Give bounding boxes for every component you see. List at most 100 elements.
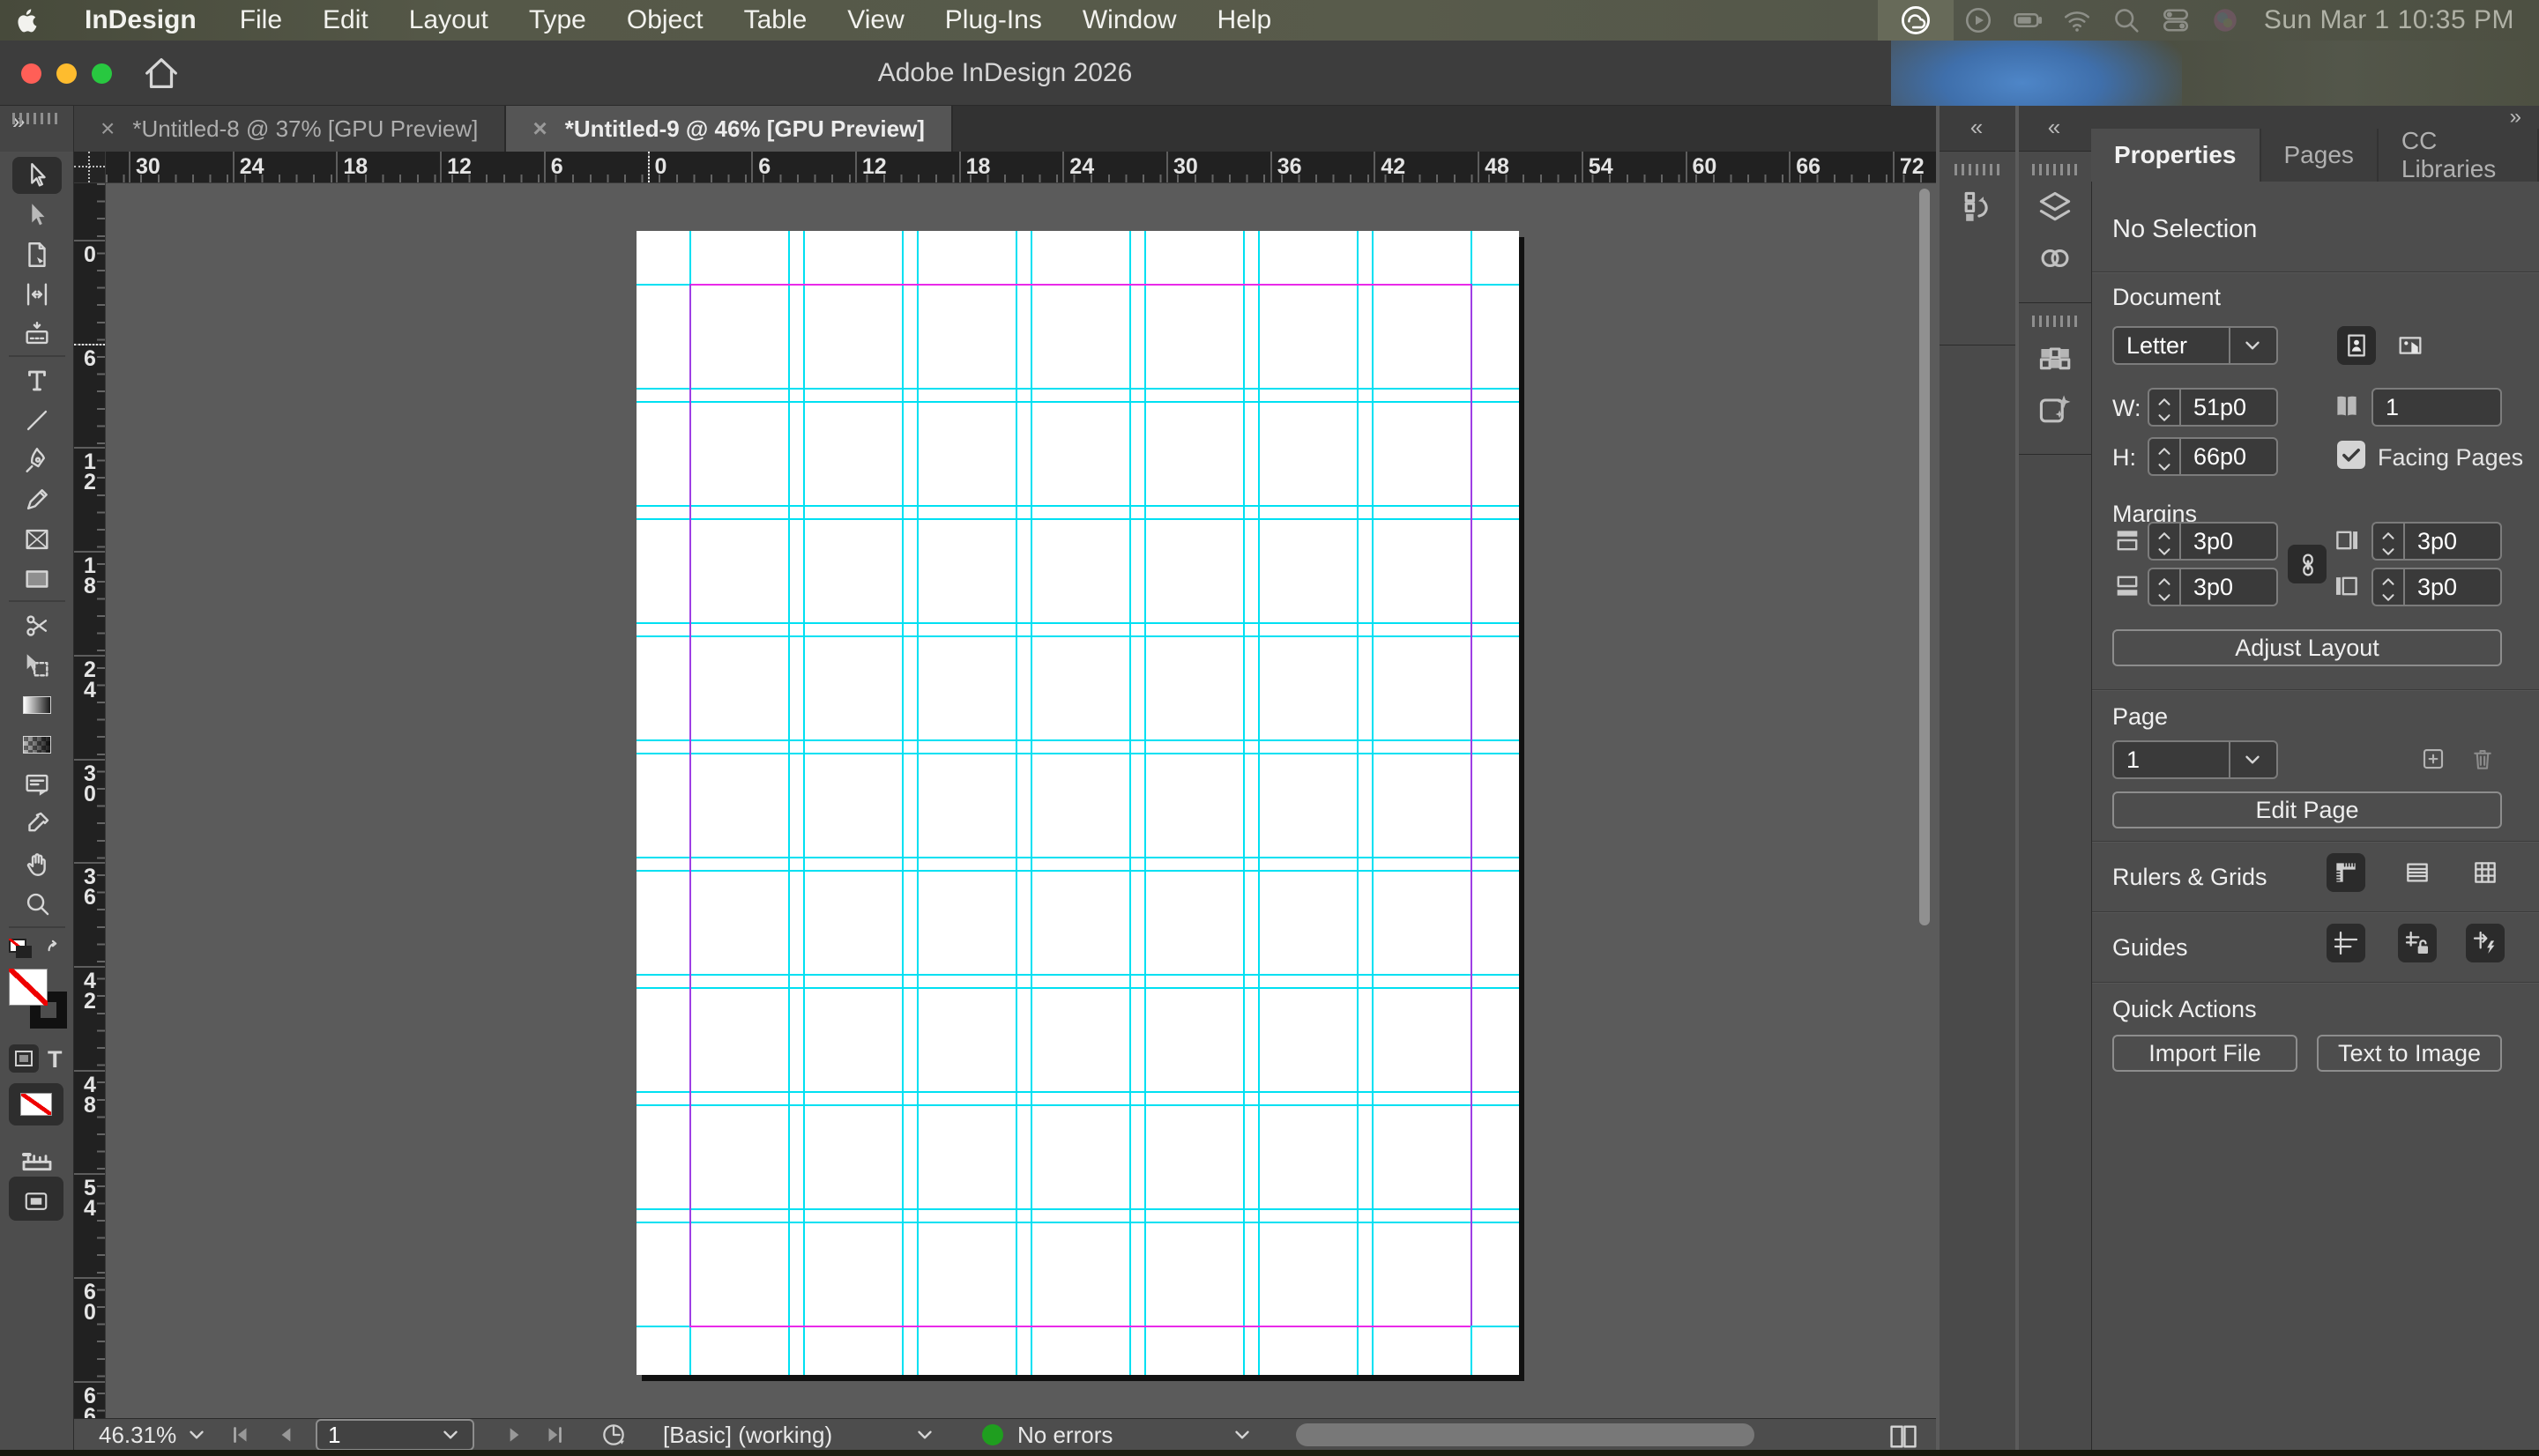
siri-icon[interactable] — [2209, 4, 2241, 36]
panel-tab-cc-libraries[interactable]: CC Libraries — [2379, 127, 2539, 182]
menu-item-file[interactable]: File — [220, 5, 302, 35]
page-number-dropdown[interactable]: 1 — [2112, 740, 2278, 779]
window-title-bar[interactable]: Adobe InDesign 2026 — [0, 41, 1891, 106]
show-rulers-button[interactable] — [2327, 853, 2365, 892]
add-page-icon[interactable] — [2420, 746, 2446, 772]
rectangle-tool[interactable] — [12, 561, 62, 598]
vertical-ruler[interactable]: 0 6 1 2 1 8 2 4 3 0 3 6 4 2 4 8 5 4 6 0 6 6 — [74, 183, 106, 1418]
chevron-down-icon[interactable] — [2155, 542, 2174, 556]
smart-guides-button[interactable] — [2466, 924, 2505, 962]
row-guide[interactable] — [637, 753, 1519, 754]
row-guide[interactable] — [637, 1091, 1519, 1093]
document-tab-active[interactable]: × *Untitled-9 @ 46% [GPU Preview] — [506, 106, 953, 152]
document-grid-button[interactable] — [2466, 853, 2505, 892]
scissors-tool[interactable] — [12, 607, 62, 644]
fill-stroke-indicator[interactable] — [9, 969, 71, 1032]
margin-inside-stepper[interactable] — [2371, 522, 2403, 561]
preflight-profile[interactable]: [Basic] (working) — [663, 1419, 832, 1451]
margin-inside-field[interactable]: 3p0 — [2403, 522, 2502, 561]
chevron-down-icon[interactable] — [185, 1423, 208, 1446]
pencil-tool[interactable] — [12, 481, 62, 518]
row-guide[interactable] — [637, 505, 1519, 507]
chevron-up-icon[interactable] — [2379, 526, 2398, 540]
formatting-affects-row[interactable]: T — [7, 1044, 69, 1076]
links-panel-icon[interactable] — [2036, 239, 2074, 278]
zoom-chevron-icon[interactable] — [185, 1419, 208, 1451]
apple-menu-icon[interactable] — [12, 5, 42, 35]
chevron-down-icon[interactable] — [2155, 408, 2174, 422]
lock-guides-button[interactable] — [2398, 924, 2437, 962]
chevron-up-icon[interactable] — [2155, 442, 2174, 456]
preflight-profile-chevron-icon[interactable] — [913, 1419, 936, 1451]
panel-strip-b-collapse[interactable]: « — [2019, 106, 2091, 152]
menu-item-object[interactable]: Object — [607, 5, 724, 35]
menu-item-view[interactable]: View — [827, 5, 924, 35]
close-tab-icon[interactable]: × — [532, 115, 547, 143]
split-view-icon[interactable] — [1888, 1419, 1918, 1451]
apply-none-button[interactable] — [9, 1083, 63, 1125]
panel-strip-a-collapse[interactable]: « — [1940, 106, 2015, 152]
row-guide[interactable] — [637, 388, 1519, 390]
strip-grip[interactable] — [1955, 164, 2000, 175]
zoom-level[interactable]: 46.31% — [99, 1419, 176, 1451]
chevron-down-icon[interactable] — [2379, 542, 2398, 556]
margin-outside-stepper[interactable] — [2371, 568, 2403, 606]
menu-item-plug-ins[interactable]: Plug-Ins — [925, 5, 1062, 35]
wifi-icon[interactable] — [2061, 4, 2093, 36]
chevron-up-icon[interactable] — [2155, 392, 2174, 406]
row-guide[interactable] — [637, 1208, 1519, 1210]
margin-guide-horizontal[interactable] — [689, 1326, 1471, 1327]
row-guide[interactable] — [637, 870, 1519, 872]
margin-top-stepper[interactable] — [2148, 522, 2179, 561]
layers-panel-icon[interactable] — [2036, 188, 2074, 227]
previous-page-button[interactable] — [275, 1419, 298, 1451]
menu-item-layout[interactable]: Layout — [389, 5, 509, 35]
margin-bottom-stepper[interactable] — [2148, 568, 2179, 606]
gradient-feather-tool[interactable] — [12, 726, 62, 763]
line-tool[interactable] — [12, 402, 62, 439]
history-panel-icon[interactable] — [1958, 188, 1997, 227]
generate-image-panel-icon[interactable] — [2036, 390, 2074, 429]
screen-mode-button[interactable] — [9, 1177, 63, 1221]
adjust-layout-button[interactable]: Adjust Layout — [2112, 629, 2502, 666]
swap-fill-stroke[interactable] — [7, 937, 67, 963]
baseline-grid-button[interactable] — [2398, 853, 2437, 892]
text-to-image-button[interactable]: Text to Image — [2317, 1035, 2502, 1072]
no-errors-indicator[interactable]: No errors — [982, 1419, 1113, 1451]
row-guide[interactable] — [637, 518, 1519, 520]
row-guide[interactable] — [637, 635, 1519, 637]
width-field[interactable]: 51p0 — [2179, 388, 2278, 427]
panel-tab-properties[interactable]: Properties — [2091, 129, 2261, 182]
menu-item-type[interactable]: Type — [509, 5, 607, 35]
swatches-panel-icon[interactable] — [2036, 339, 2074, 378]
chevron-down-icon[interactable] — [2155, 588, 2174, 602]
panel-tab-pages[interactable]: Pages — [2261, 129, 2379, 182]
page-number-dropdown-status[interactable]: 1 — [316, 1419, 474, 1451]
type-tool[interactable] — [12, 362, 62, 399]
horizontal-ruler[interactable]: 30 24 18 12 6 0 6 12 18 24 30 36 42 48 54 60 66 72 — [106, 152, 1936, 183]
edit-page-button[interactable]: Edit Page — [2112, 791, 2502, 828]
ruler-origin-box[interactable] — [74, 152, 106, 183]
close-window-button[interactable] — [21, 63, 41, 84]
creative-cloud-menu-item[interactable] — [1877, 0, 1954, 41]
link-margins-button[interactable] — [2288, 545, 2327, 583]
document-page[interactable] — [637, 231, 1519, 1375]
hand-tool[interactable] — [12, 845, 62, 882]
zoom-window-button[interactable] — [92, 63, 112, 84]
chevron-down-icon[interactable] — [2155, 457, 2174, 472]
toolbar-grip[interactable] — [12, 113, 62, 124]
rectangle-frame-tool[interactable] — [12, 521, 62, 558]
chevron-up-icon[interactable] — [2155, 526, 2174, 540]
chevron-down-icon[interactable] — [2241, 334, 2264, 357]
margin-guide-horizontal[interactable] — [689, 284, 1471, 286]
close-tab-icon[interactable]: × — [101, 115, 115, 143]
next-page-button[interactable] — [503, 1419, 525, 1451]
width-stepper[interactable] — [2148, 388, 2179, 427]
menu-item-window[interactable]: Window — [1062, 5, 1197, 35]
pages-count-field[interactable]: 1 — [2371, 388, 2502, 427]
row-guide[interactable] — [637, 1104, 1519, 1106]
margin-outside-field[interactable]: 3p0 — [2403, 568, 2502, 606]
gradient-swatch-tool[interactable] — [12, 687, 62, 724]
margin-guide-vertical[interactable] — [689, 284, 691, 1326]
row-guide[interactable] — [637, 1222, 1519, 1223]
